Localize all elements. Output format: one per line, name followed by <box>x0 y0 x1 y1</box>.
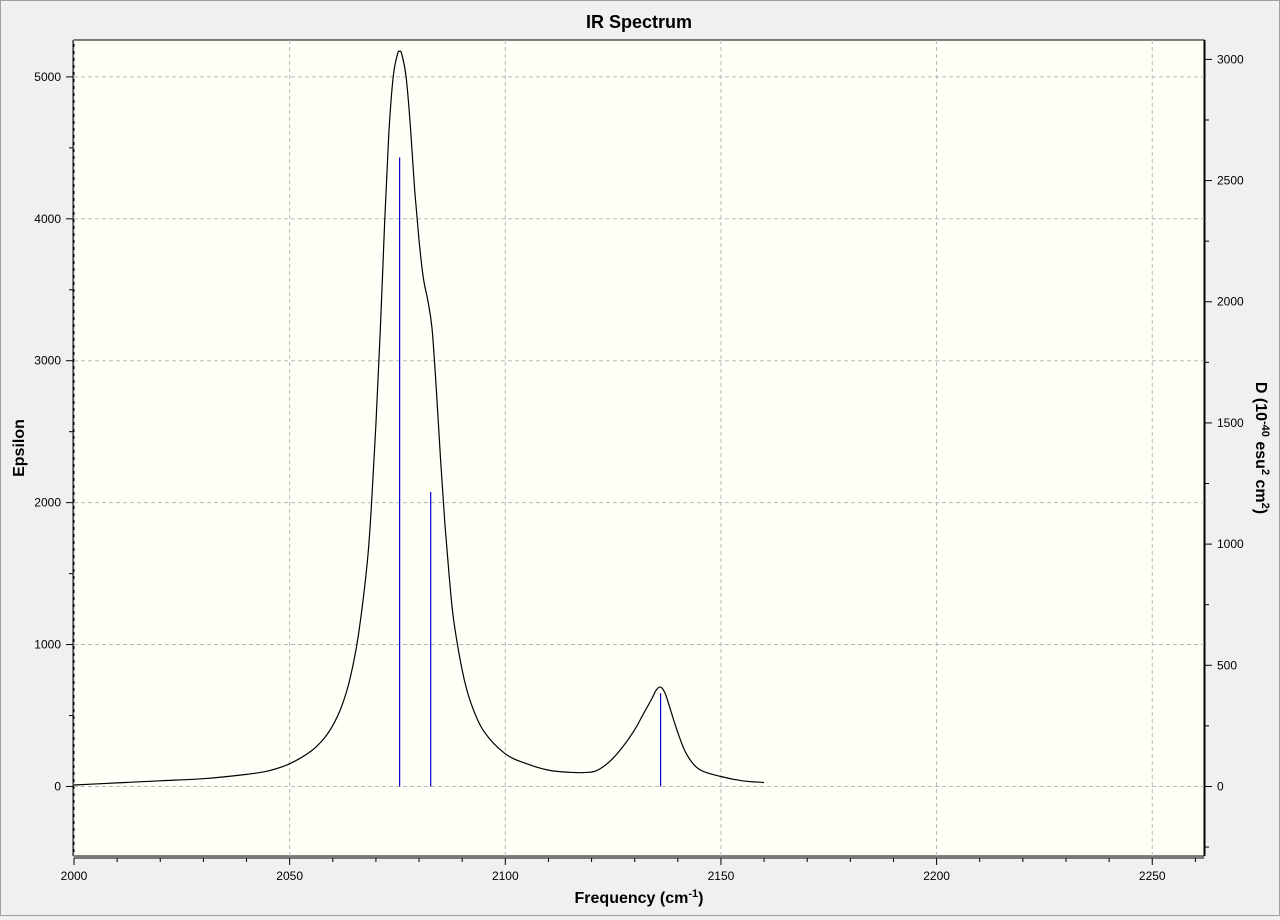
y2-tick-label: 2500 <box>1217 174 1244 188</box>
y2-title-b: esu <box>1252 437 1269 469</box>
y-axis-left: 0 1000 2000 3000 4000 5000 <box>34 40 74 856</box>
plot-area <box>73 39 1205 857</box>
x-tick-label: 2000 <box>61 869 88 883</box>
y-tick-label: 1000 <box>34 638 61 652</box>
y2-tick-label: 500 <box>1217 658 1237 672</box>
y-tick-label: 4000 <box>34 212 61 226</box>
x-tick-label: 2150 <box>708 869 735 883</box>
y2-axis-title: D (10-40 esu2 cm2) <box>1252 382 1271 514</box>
chart-title: IR Spectrum <box>586 12 692 32</box>
x-tick-label: 2050 <box>276 869 303 883</box>
y2-title-c: cm <box>1252 475 1269 503</box>
y2-title-sup1: -40 <box>1259 421 1271 437</box>
y2-title-d: ) <box>1252 509 1269 514</box>
y-tick-label: 3000 <box>34 354 61 368</box>
x-axis-title-sup: -1 <box>688 888 698 900</box>
y2-tick-label: 2000 <box>1217 295 1244 309</box>
x-tick-label: 2200 <box>923 869 950 883</box>
x-axis: 2000 2050 2100 2150 2200 2250 <box>61 857 1204 883</box>
x-axis-title: Frequency (cm-1) <box>575 888 704 907</box>
y2-title-a: D (10 <box>1252 382 1269 421</box>
y-tick-label: 5000 <box>34 70 61 84</box>
ir-spectrum-chart: 2000 2050 2100 2150 2200 2250 0 1000 2000 3000 40… <box>11 12 1271 907</box>
y-tick-label: 2000 <box>34 496 61 510</box>
x-axis-title-end: ) <box>698 890 703 907</box>
y2-tick-label: 1000 <box>1217 537 1244 551</box>
x-axis-title-main: Frequency (cm <box>575 890 689 907</box>
x-tick-label: 2250 <box>1139 869 1166 883</box>
y2-tick-label: 3000 <box>1217 52 1244 66</box>
y-axis-right: 0 500 1000 1500 2000 2500 3000 <box>1204 40 1244 856</box>
x-tick-label: 2100 <box>492 869 519 883</box>
y2-tick-label: 1500 <box>1217 416 1244 430</box>
spectrum-window: 2000 2050 2100 2150 2200 2250 0 1000 2000 3000 40… <box>0 0 1280 916</box>
y-axis-title: Epsilon <box>11 419 28 477</box>
y-tick-label: 0 <box>54 779 61 793</box>
y2-tick-label: 0 <box>1217 779 1224 793</box>
